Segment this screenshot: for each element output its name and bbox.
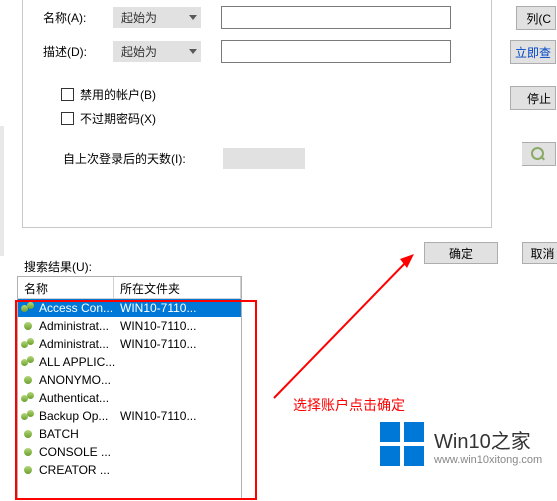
group-icon (20, 409, 36, 423)
desc-match-value: 起始为 (121, 43, 157, 60)
ok-button[interactable]: 确定 (424, 242, 498, 264)
name-input[interactable] (221, 6, 451, 29)
group-icon (20, 391, 36, 405)
windows-logo-icon (380, 422, 426, 468)
cancel-label: 取消 (530, 245, 554, 262)
item-name: Authenticat... (39, 391, 117, 405)
desc-label: 描述(D): (43, 43, 113, 60)
group-icon (20, 337, 36, 351)
columns-label: 列(C (526, 10, 551, 27)
item-name: Administrat... (39, 337, 117, 351)
disabled-accounts-checkbox[interactable]: 禁用的帐户(B) (61, 86, 156, 103)
advanced-search-button[interactable] (522, 142, 556, 166)
stop-button[interactable]: 停止 (510, 86, 556, 110)
name-label: 名称(A): (43, 9, 113, 26)
search-now-button[interactable]: 立即查 (510, 40, 556, 64)
item-name: ALL APPLIC... (39, 355, 117, 369)
noexpire-password-checkbox[interactable]: 不过期密码(X) (61, 110, 156, 127)
item-name: CONSOLE ... (39, 445, 117, 459)
list-item[interactable]: BATCH (18, 425, 241, 443)
item-name: Access Con... (39, 301, 117, 315)
criteria-group: 名称(A): 起始为 描述(D): 起始为 禁用的帐户(B) (22, 0, 492, 228)
columns-button[interactable]: 列(C (516, 6, 556, 30)
item-location: WIN10-7110... (120, 337, 239, 351)
stop-label: 停止 (527, 90, 551, 107)
item-name: Backup Op... (39, 409, 117, 423)
item-name: Administrat... (39, 319, 117, 333)
list-item[interactable]: ANONYMO... (18, 371, 241, 389)
watermark-title: Win10之家 (434, 425, 542, 454)
item-location: WIN10-7110... (120, 409, 239, 423)
list-item[interactable]: Administrat...WIN10-7110... (18, 335, 241, 353)
days-row: 自上次登录后的天数(I): (63, 148, 305, 169)
list-item[interactable]: CONSOLE ... (18, 443, 241, 461)
cancel-button[interactable]: 取消 (522, 242, 557, 264)
watermark-url: www.win10xitong.com (434, 454, 542, 466)
header-location[interactable]: 所在文件夹 (114, 277, 241, 298)
checkbox-icon (61, 88, 74, 101)
item-name: CREATOR ... (39, 463, 117, 477)
item-location: WIN10-7110... (120, 319, 239, 333)
annotation-arrow (262, 248, 422, 408)
list-item[interactable]: ALL APPLIC... (18, 353, 241, 371)
results-label: 搜索结果(U): (24, 258, 92, 275)
search-icon (531, 147, 546, 162)
item-location: WIN10-7110... (120, 301, 239, 315)
list-item[interactable]: Administrat...WIN10-7110... (18, 317, 241, 335)
watermark: Win10之家 www.win10xitong.com (380, 410, 556, 480)
annotation-text: 选择账户点击确定 (293, 395, 405, 415)
item-name: BATCH (39, 427, 117, 441)
list-item[interactable]: Backup Op...WIN10-7110... (18, 407, 241, 425)
results-list[interactable]: 名称 所在文件夹 Access Con...WIN10-7110...Admin… (17, 276, 242, 500)
checkbox-icon (61, 112, 74, 125)
list-item[interactable]: CREATOR ... (18, 461, 241, 479)
desc-input[interactable] (221, 40, 451, 63)
name-row: 名称(A): 起始为 (43, 6, 483, 29)
chevron-down-icon (189, 49, 197, 54)
user-icon (20, 319, 36, 333)
user-icon (20, 427, 36, 441)
search-now-label: 立即查 (515, 44, 551, 61)
user-icon (20, 373, 36, 387)
ok-label: 确定 (449, 245, 473, 262)
desc-row: 描述(D): 起始为 (43, 40, 483, 63)
results-header: 名称 所在文件夹 (18, 277, 241, 299)
list-item[interactable]: Authenticat... (18, 389, 241, 407)
search-panel: 名称(A): 起始为 描述(D): 起始为 禁用的帐户(B) (4, 0, 556, 272)
disabled-accounts-label: 禁用的帐户(B) (80, 86, 156, 103)
name-match-value: 起始为 (121, 9, 157, 26)
group-icon (20, 301, 36, 315)
group-icon (20, 355, 36, 369)
header-name[interactable]: 名称 (18, 277, 114, 298)
list-item[interactable]: Access Con...WIN10-7110... (18, 299, 241, 317)
chevron-down-icon (189, 15, 197, 20)
noexpire-password-label: 不过期密码(X) (80, 110, 156, 127)
user-icon (20, 445, 36, 459)
desc-match-combo[interactable]: 起始为 (113, 41, 201, 62)
days-combo[interactable] (223, 148, 305, 169)
name-match-combo[interactable]: 起始为 (113, 7, 201, 28)
user-icon (20, 463, 36, 477)
days-label: 自上次登录后的天数(I): (63, 150, 223, 167)
item-name: ANONYMO... (39, 373, 117, 387)
